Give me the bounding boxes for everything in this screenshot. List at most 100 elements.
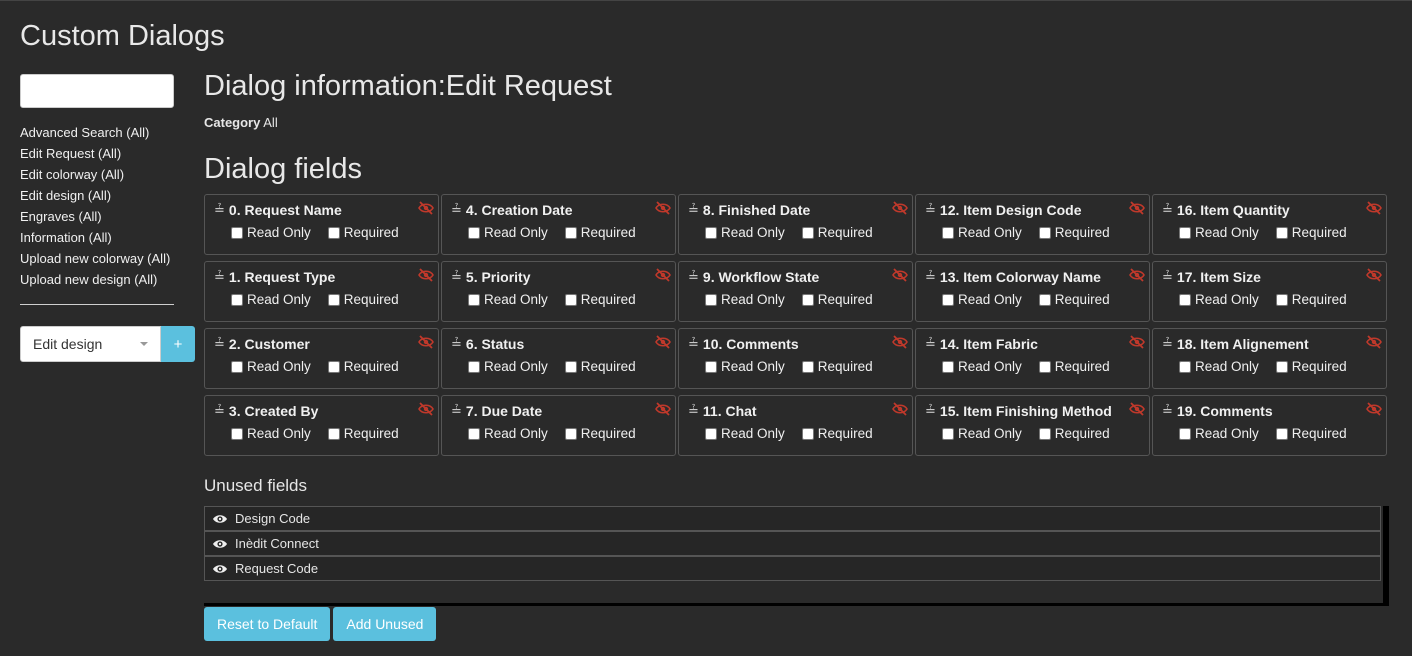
unused-field-item[interactable]: Inèdit Connect bbox=[204, 531, 1381, 556]
eye-slash-icon[interactable] bbox=[1129, 201, 1145, 215]
required-checkbox[interactable] bbox=[327, 226, 340, 239]
drag-handle-icon[interactable]: ≟ bbox=[214, 403, 225, 419]
field-card[interactable]: ≟ 0. Request Name Read Only Required bbox=[204, 194, 439, 255]
required-option[interactable]: Required bbox=[564, 426, 636, 441]
required-checkbox[interactable] bbox=[327, 427, 340, 440]
required-option[interactable]: Required bbox=[564, 359, 636, 374]
required-option[interactable]: Required bbox=[564, 225, 636, 240]
unused-field-item[interactable]: Request Code bbox=[204, 556, 1381, 581]
required-option[interactable]: Required bbox=[801, 359, 873, 374]
field-card[interactable]: ≟ 14. Item Fabric Read Only Required bbox=[915, 328, 1150, 389]
required-option[interactable]: Required bbox=[327, 225, 399, 240]
eye-slash-icon[interactable] bbox=[1366, 402, 1382, 416]
eye-slash-icon[interactable] bbox=[1366, 268, 1382, 282]
dialog-list-item[interactable]: Engraves (All) bbox=[20, 206, 200, 227]
read-only-checkbox[interactable] bbox=[705, 226, 717, 239]
required-option[interactable]: Required bbox=[327, 359, 399, 374]
field-card[interactable]: ≟ 18. Item Alignement Read Only Required bbox=[1152, 328, 1387, 389]
required-option[interactable]: Required bbox=[1038, 426, 1110, 441]
field-card[interactable]: ≟ 4. Creation Date Read Only Required bbox=[441, 194, 676, 255]
eye-slash-icon[interactable] bbox=[1129, 268, 1145, 282]
drag-handle-icon[interactable]: ≟ bbox=[451, 403, 462, 419]
required-checkbox[interactable] bbox=[564, 226, 577, 239]
drag-handle-icon[interactable]: ≟ bbox=[451, 336, 462, 352]
read-only-option[interactable]: Read Only bbox=[468, 359, 548, 374]
unused-fields-list[interactable]: Design Code Inèdit Connect Request Code bbox=[204, 506, 1389, 606]
drag-handle-icon[interactable]: ≟ bbox=[688, 269, 699, 285]
drag-handle-icon[interactable]: ≟ bbox=[451, 269, 462, 285]
field-card[interactable]: ≟ 8. Finished Date Read Only Required bbox=[678, 194, 913, 255]
read-only-option[interactable]: Read Only bbox=[231, 225, 311, 240]
field-card[interactable]: ≟ 2. Customer Read Only Required bbox=[204, 328, 439, 389]
add-unused-button[interactable]: Add Unused bbox=[333, 607, 437, 641]
eye-slash-icon[interactable] bbox=[418, 201, 434, 215]
field-card[interactable]: ≟ 17. Item Size Read Only Required bbox=[1152, 261, 1387, 322]
required-checkbox[interactable] bbox=[1038, 427, 1051, 440]
dialog-list-item[interactable]: Edit colorway (All) bbox=[20, 164, 200, 185]
read-only-checkbox[interactable] bbox=[468, 293, 480, 306]
search-input[interactable] bbox=[20, 74, 174, 108]
dialog-list-item[interactable]: Edit Request (All) bbox=[20, 143, 200, 164]
read-only-checkbox[interactable] bbox=[1179, 226, 1191, 239]
required-option[interactable]: Required bbox=[1275, 359, 1347, 374]
required-checkbox[interactable] bbox=[801, 427, 814, 440]
read-only-checkbox[interactable] bbox=[1179, 360, 1191, 373]
eye-slash-icon[interactable] bbox=[1366, 201, 1382, 215]
required-checkbox[interactable] bbox=[1275, 293, 1288, 306]
eye-slash-icon[interactable] bbox=[655, 201, 671, 215]
required-checkbox[interactable] bbox=[327, 360, 340, 373]
drag-handle-icon[interactable]: ≟ bbox=[1162, 336, 1173, 352]
dialog-list-item[interactable]: Advanced Search (All) bbox=[20, 122, 200, 143]
drag-handle-icon[interactable]: ≟ bbox=[1162, 403, 1173, 419]
eye-slash-icon[interactable] bbox=[418, 268, 434, 282]
read-only-option[interactable]: Read Only bbox=[942, 426, 1022, 441]
required-checkbox[interactable] bbox=[801, 226, 814, 239]
drag-handle-icon[interactable]: ≟ bbox=[688, 403, 699, 419]
drag-handle-icon[interactable]: ≟ bbox=[1162, 202, 1173, 218]
field-card[interactable]: ≟ 15. Item Finishing Method Read Only Requi… bbox=[915, 395, 1150, 456]
drag-handle-icon[interactable]: ≟ bbox=[214, 336, 225, 352]
read-only-option[interactable]: Read Only bbox=[1179, 359, 1259, 374]
field-card[interactable]: ≟ 6. Status Read Only Required bbox=[441, 328, 676, 389]
required-option[interactable]: Required bbox=[327, 292, 399, 307]
read-only-option[interactable]: Read Only bbox=[468, 426, 548, 441]
field-card[interactable]: ≟ 9. Workflow State Read Only Required bbox=[678, 261, 913, 322]
required-option[interactable]: Required bbox=[801, 426, 873, 441]
field-card[interactable]: ≟ 7. Due Date Read Only Required bbox=[441, 395, 676, 456]
drag-handle-icon[interactable]: ≟ bbox=[1162, 269, 1173, 285]
add-dialog-button[interactable]: + bbox=[161, 326, 195, 362]
field-card[interactable]: ≟ 5. Priority Read Only Required bbox=[441, 261, 676, 322]
required-checkbox[interactable] bbox=[564, 427, 577, 440]
eye-slash-icon[interactable] bbox=[418, 335, 434, 349]
dialog-select[interactable]: Edit design bbox=[20, 326, 161, 362]
required-option[interactable]: Required bbox=[801, 225, 873, 240]
read-only-checkbox[interactable] bbox=[942, 427, 954, 440]
read-only-checkbox[interactable] bbox=[231, 427, 243, 440]
field-card[interactable]: ≟ 3. Created By Read Only Required bbox=[204, 395, 439, 456]
required-option[interactable]: Required bbox=[1275, 225, 1347, 240]
eye-slash-icon[interactable] bbox=[655, 335, 671, 349]
read-only-option[interactable]: Read Only bbox=[942, 292, 1022, 307]
drag-handle-icon[interactable]: ≟ bbox=[925, 336, 936, 352]
read-only-checkbox[interactable] bbox=[1179, 427, 1191, 440]
dialog-list-item[interactable]: Edit design (All) bbox=[20, 185, 200, 206]
drag-handle-icon[interactable]: ≟ bbox=[451, 202, 462, 218]
read-only-checkbox[interactable] bbox=[231, 226, 243, 239]
eye-icon[interactable] bbox=[212, 513, 228, 525]
read-only-checkbox[interactable] bbox=[705, 427, 717, 440]
read-only-option[interactable]: Read Only bbox=[705, 426, 785, 441]
eye-slash-icon[interactable] bbox=[418, 402, 434, 416]
read-only-checkbox[interactable] bbox=[705, 360, 717, 373]
required-checkbox[interactable] bbox=[1275, 360, 1288, 373]
read-only-checkbox[interactable] bbox=[705, 293, 717, 306]
read-only-option[interactable]: Read Only bbox=[231, 359, 311, 374]
eye-slash-icon[interactable] bbox=[892, 335, 908, 349]
required-checkbox[interactable] bbox=[801, 293, 814, 306]
field-card[interactable]: ≟ 13. Item Colorway Name Read Only Required bbox=[915, 261, 1150, 322]
required-option[interactable]: Required bbox=[1038, 225, 1110, 240]
read-only-option[interactable]: Read Only bbox=[942, 225, 1022, 240]
eye-slash-icon[interactable] bbox=[655, 402, 671, 416]
eye-slash-icon[interactable] bbox=[655, 268, 671, 282]
read-only-option[interactable]: Read Only bbox=[1179, 225, 1259, 240]
eye-slash-icon[interactable] bbox=[1129, 402, 1145, 416]
